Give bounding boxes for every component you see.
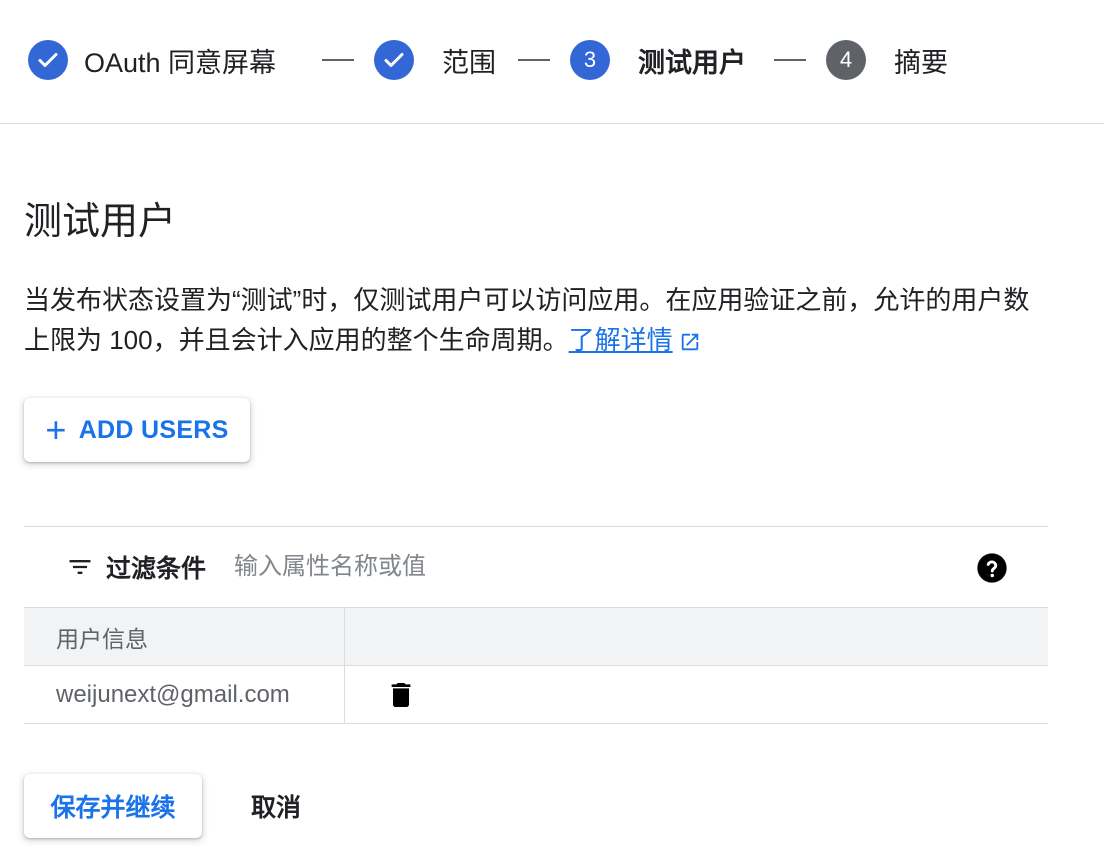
filter-label: 过滤条件	[106, 555, 207, 583]
step-label: 摘要	[894, 47, 948, 78]
filter-input[interactable]	[232, 552, 837, 582]
user-email-cell: weijunext@gmail.com	[24, 665, 345, 724]
learn-more-link[interactable]: 了解详情	[569, 325, 673, 355]
step-number-badge: 3	[570, 40, 610, 80]
cancel-button[interactable]: 取消	[226, 774, 326, 838]
save-and-continue-button[interactable]: 保存并继续	[24, 774, 202, 838]
add-users-label: ADD USERS	[78, 415, 229, 444]
description-text: 当发布状态设置为“测试”时，仅测试用户可以访问应用。在应用验证之前，允许的用户数…	[24, 285, 1030, 355]
help-icon[interactable]	[976, 552, 1008, 584]
filter-bar: 过滤条件	[24, 526, 1048, 608]
step-test-users[interactable]: 3 测试用户	[570, 40, 746, 80]
step-scopes[interactable]: 范围	[374, 40, 496, 80]
users-table-panel: 过滤条件 用户信息 weijunext@gmail.com	[24, 526, 1048, 724]
column-header-user-info[interactable]: 用户信息	[24, 608, 345, 666]
table-row: weijunext@gmail.com	[24, 665, 1048, 724]
column-header-actions	[344, 608, 1048, 666]
delete-icon[interactable]	[385, 679, 417, 711]
step-label: 测试用户	[638, 47, 746, 78]
step-divider	[322, 59, 354, 61]
users-table: 用户信息 weijunext@gmail.com	[24, 608, 1048, 724]
check-icon	[374, 40, 414, 80]
step-divider	[774, 59, 806, 61]
check-icon	[28, 40, 68, 80]
page-title: 测试用户	[24, 201, 177, 243]
add-users-button[interactable]: + ADD USERS	[24, 398, 250, 462]
step-oauth-consent[interactable]: OAuth 同意屏幕	[28, 40, 276, 80]
step-number-badge: 4	[826, 40, 866, 80]
filter-icon	[69, 560, 91, 574]
plus-icon: +	[45, 409, 67, 450]
description: 当发布状态设置为“测试”时，仅测试用户可以访问应用。在应用验证之前，允许的用户数…	[24, 280, 1054, 360]
actions-cell	[344, 665, 1048, 724]
step-summary[interactable]: 4 摘要	[826, 40, 948, 80]
external-link-icon	[681, 333, 698, 351]
stepper: OAuth 同意屏幕 范围 3 测试用户 4 摘要	[0, 0, 1104, 124]
step-label: OAuth 同意屏幕	[84, 47, 277, 78]
table-header-row: 用户信息	[24, 608, 1048, 666]
step-divider	[518, 59, 550, 61]
step-label: 范围	[442, 47, 496, 78]
